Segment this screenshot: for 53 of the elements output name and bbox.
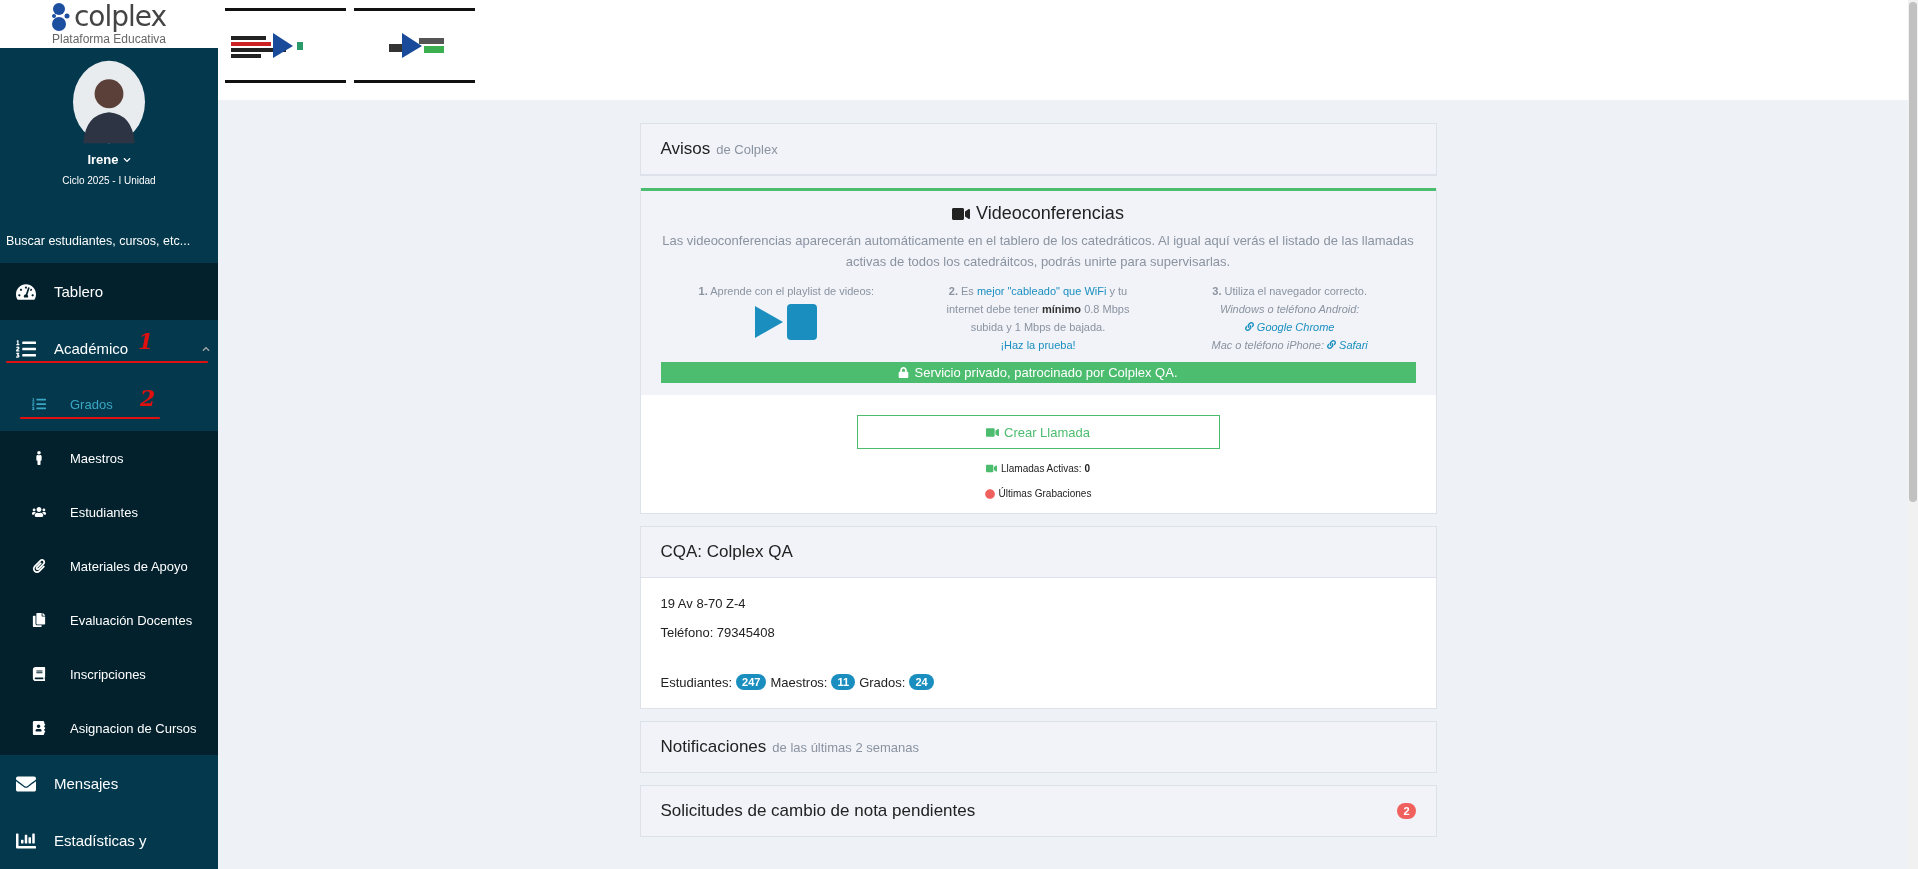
lock-icon <box>898 367 910 378</box>
count-badge: 247 <box>736 674 767 690</box>
link-icon <box>1244 322 1254 331</box>
stat-label: Maestros: <box>770 674 828 690</box>
nav-icon <box>16 338 36 359</box>
panel-title: Videoconferencias <box>976 203 1124 224</box>
chevron-down-icon <box>122 155 131 164</box>
card-title: Solicitudes de cambio de nota pendientes <box>660 801 976 821</box>
nav-icon <box>32 397 46 411</box>
card-title: Notificaciones de las últimas 2 semanas <box>660 737 919 757</box>
stat-label: Estudiantes: <box>660 674 733 690</box>
tip-text: 3. Utiliza el navegador correcto. Windows o teléfono Android: Google Chrome Mac o teléfono iPhone: Safari <box>1211 284 1368 353</box>
card-title: Avisos de Colplex <box>660 139 778 159</box>
nav-subitem[interactable]: Asignacion de Cursos <box>0 701 218 755</box>
user-name[interactable]: Irene <box>87 152 131 168</box>
nav-icon <box>32 721 46 735</box>
count-badge: 11 <box>831 674 856 690</box>
nav-icon <box>32 613 46 627</box>
nav-item[interactable]: Tablero <box>0 263 218 320</box>
description: Las videoconferencias aparecerán automáticamente en el tablero de los catedráticos. Al igual aquí verás el listado de las llamadas activas de todos los catedráitcos, podrás unirte para supervisarlas. <box>661 232 1415 271</box>
brand-tagline: Plataforma Educativa <box>51 32 167 47</box>
stat-label: Grados: <box>859 674 906 690</box>
recordings-link[interactable]: Últimas Grabaciones <box>998 488 1092 499</box>
video-camera-icon <box>986 425 999 439</box>
cycle-label: Ciclo 2025 - I Unidad <box>62 175 156 187</box>
card-title: CQA: Colplex QA <box>660 542 793 562</box>
tip-text: 1. Aprende con el playlist de videos: <box>698 284 875 299</box>
nav-icon <box>16 281 36 302</box>
nav-subitem[interactable]: Evaluación Docentes <box>0 593 218 647</box>
video-camera-icon <box>986 463 997 474</box>
link-icon <box>1327 340 1337 349</box>
annotation: 1 <box>138 328 154 354</box>
nav-subitem[interactable]: Estudiantes <box>0 485 218 539</box>
nav-icon <box>32 559 46 573</box>
count-badge: 2 <box>1397 803 1416 819</box>
youtube-icon[interactable] <box>753 304 820 340</box>
nav-subitem[interactable]: Materiales de Apoyo <box>0 539 218 593</box>
chevron-up-icon <box>202 344 210 353</box>
banner-text: Servicio privado, patrocinado por Colplex QA. <box>914 365 1178 380</box>
nav-subitem[interactable]: Inscripciones <box>0 647 218 701</box>
address: 19 Av 8-70 Z-4 <box>660 596 747 611</box>
nav-icon <box>32 505 46 519</box>
nav-subitem[interactable]: Maestros <box>0 431 218 485</box>
annotation: 2 <box>140 385 156 411</box>
active-calls: Llamadas Activas: 0 <box>1001 463 1090 474</box>
tip-text: 2. Es mejor "cableado" que WiFi y tu internet debe tener mínimo 0.8 Mbps subida y 1 Mbps de bajada. ¡Haz la prueba! <box>945 284 1131 353</box>
nav-icon <box>32 667 46 681</box>
scrollbar[interactable] <box>1908 0 1918 869</box>
phone: Teléfono: 79345408 <box>660 625 776 640</box>
search-field[interactable]: Buscar estudiantes, cursos, etc... <box>0 218 222 263</box>
logo-icon <box>51 2 70 33</box>
count-badge: 24 <box>909 674 934 690</box>
brand-name: colplex <box>73 2 167 33</box>
